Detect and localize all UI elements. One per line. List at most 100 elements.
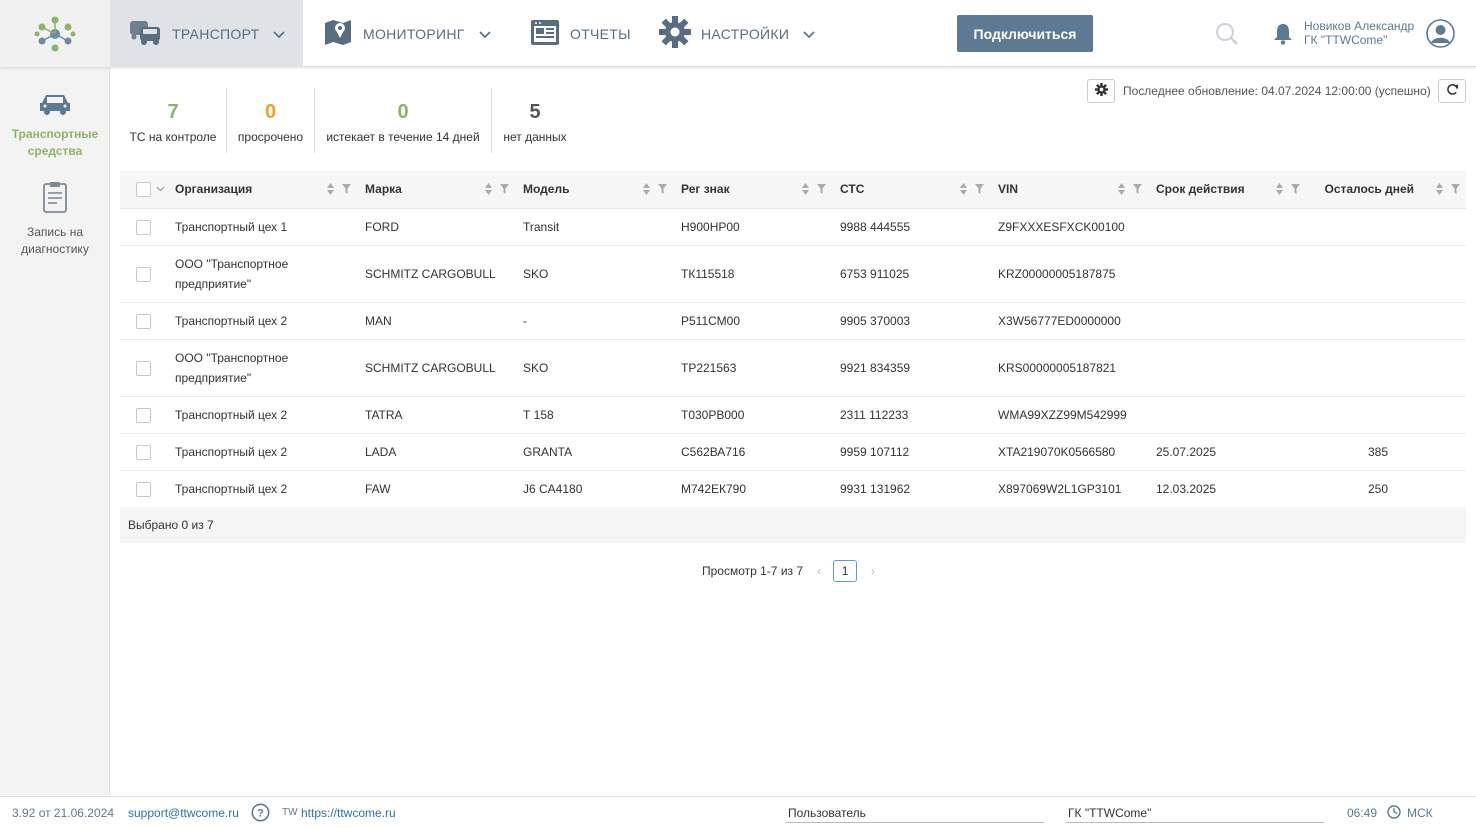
select-all-checkbox[interactable]	[136, 181, 151, 197]
nav-monitoring[interactable]: МОНИТОРИНГ	[323, 0, 491, 67]
select-all-cell[interactable]	[120, 171, 167, 209]
cell-days-left	[1306, 208, 1466, 246]
cell-org: Транспортный цех 1	[167, 208, 357, 246]
sidebar-item-vehicles[interactable]: Транспортные средства	[0, 91, 110, 160]
row-checkbox[interactable]	[136, 481, 151, 497]
bell-icon[interactable]	[1273, 23, 1293, 48]
page-number-button[interactable]: 1	[833, 560, 858, 582]
cell-sts: 9959 107112	[832, 433, 990, 471]
chevron-down-icon[interactable]	[156, 186, 165, 192]
table-row[interactable]: Транспортный цех 2 LADA GRANTA С562ВА716…	[120, 433, 1466, 471]
divider	[1066, 822, 1324, 823]
row-checkbox[interactable]	[136, 313, 151, 329]
filter-icon[interactable]	[342, 183, 351, 198]
cell-reg: Т030РВ000	[673, 396, 832, 434]
gear-icon	[1094, 83, 1108, 99]
row-select-cell[interactable]	[120, 245, 167, 303]
stat-expiring[interactable]: 0 истекает в течение 14 дней	[315, 88, 491, 153]
filter-icon[interactable]	[500, 183, 509, 198]
column-header-model[interactable]: Модель	[515, 171, 673, 209]
table-row[interactable]: Транспортный цех 2 FAW J6 CA4180 М742ЕК7…	[120, 470, 1466, 508]
table-row[interactable]: ООО "Транспортное предприятие" SCHMITZ C…	[120, 339, 1466, 397]
user-field[interactable]: Пользователь	[788, 806, 866, 820]
org-field[interactable]: ГК "TTWCome"	[1068, 806, 1151, 820]
avatar[interactable]	[1426, 19, 1455, 51]
sidebar-item-diagnostics[interactable]: Запись на диагностику	[0, 181, 110, 258]
cell-vin: WMA99XZZ99M542999	[990, 396, 1148, 434]
row-select-cell[interactable]	[120, 470, 167, 508]
help-icon[interactable]: ?	[251, 803, 270, 825]
cell-org: Транспортный цех 2	[167, 470, 357, 508]
cell-vin: Z9FXXXESFXCK00100	[990, 208, 1148, 246]
column-header-sts[interactable]: СТС	[832, 171, 990, 209]
table-row[interactable]: Транспортный цех 2 TATRA Т 158 Т030РВ000…	[120, 396, 1466, 434]
sort-icon[interactable]	[1118, 183, 1125, 198]
site-link[interactable]: https://ttwcome.ru	[301, 806, 396, 820]
column-header-reg[interactable]: Рег знак	[673, 171, 832, 209]
stat-overdue[interactable]: 0 просрочено	[227, 88, 314, 153]
nav-settings[interactable]: НАСТРОЙКИ	[659, 0, 815, 67]
sort-icon[interactable]	[643, 183, 650, 198]
row-checkbox[interactable]	[136, 266, 151, 282]
cell-model: GRANTA	[515, 433, 673, 471]
row-select-cell[interactable]	[120, 302, 167, 340]
vehicles-table: Организация Марка Модель Рег знак СТС VI…	[120, 171, 1466, 508]
connect-button[interactable]: Подключиться	[957, 15, 1093, 52]
nav-monitoring-label: МОНИТОРИНГ	[363, 25, 465, 42]
app-logo[interactable]	[0, 0, 110, 67]
filter-icon[interactable]	[1291, 183, 1300, 198]
prev-page-icon[interactable]: ‹	[817, 564, 821, 578]
cell-expiry	[1148, 208, 1306, 246]
stat-on-control[interactable]: 7 ТС на контроле	[120, 88, 226, 153]
filter-icon[interactable]	[1133, 183, 1142, 198]
column-header-expiry[interactable]: Срок действия	[1148, 171, 1306, 209]
column-header-vin[interactable]: VIN	[990, 171, 1148, 209]
sort-icon[interactable]	[960, 183, 967, 198]
row-checkbox[interactable]	[136, 360, 151, 376]
column-header-days-left[interactable]: Осталось дней	[1306, 171, 1466, 209]
cell-brand: FORD	[357, 208, 515, 246]
filter-icon[interactable]	[1451, 183, 1460, 198]
column-header-org[interactable]: Организация	[167, 171, 357, 209]
row-checkbox[interactable]	[136, 444, 151, 460]
sort-icon[interactable]	[802, 183, 809, 198]
sort-icon[interactable]	[1436, 183, 1443, 198]
column-header-brand[interactable]: Марка	[357, 171, 515, 209]
cell-vin: X897069W2L1GP3101	[990, 470, 1148, 508]
timezone-text: МСК	[1407, 806, 1433, 820]
filter-icon[interactable]	[658, 183, 667, 198]
row-select-cell[interactable]	[120, 339, 167, 397]
column-label: Организация	[175, 182, 253, 197]
nav-reports[interactable]: ОТЧЕТЫ	[530, 0, 631, 67]
stat-no-data[interactable]: 5 нет данных	[492, 88, 578, 153]
support-email-link[interactable]: support@ttwcome.ru	[128, 806, 239, 820]
next-page-icon[interactable]: ›	[871, 564, 875, 578]
filter-icon[interactable]	[975, 183, 984, 198]
table-row[interactable]: ООО "Транспортное предприятие" SCHMITZ C…	[120, 245, 1466, 303]
selection-count: Выбрано 0 из 7	[120, 507, 1466, 543]
row-checkbox[interactable]	[136, 407, 151, 423]
cell-days-left	[1306, 339, 1466, 397]
stat-value: 7	[167, 101, 179, 123]
user-info[interactable]: Новиков Александр ГК "TTWCome"	[1304, 19, 1414, 47]
cell-expiry: 25.07.2025	[1148, 433, 1306, 471]
cell-model: Transit	[515, 208, 673, 246]
settings-button[interactable]	[1087, 79, 1115, 103]
refresh-button[interactable]	[1438, 79, 1466, 103]
row-checkbox[interactable]	[136, 219, 151, 235]
row-select-cell[interactable]	[120, 208, 167, 246]
table-row[interactable]: Транспортный цех 1 FORD Transit Н900НР00…	[120, 208, 1466, 246]
search-icon[interactable]	[1215, 22, 1239, 49]
sort-icon[interactable]	[485, 183, 492, 198]
sidebar: Транспортные средства Запись на диагност…	[0, 67, 110, 796]
row-select-cell[interactable]	[120, 433, 167, 471]
sort-icon[interactable]	[327, 183, 334, 198]
table-row[interactable]: Транспортный цех 2 MAN - Р511СМ00 9905 3…	[120, 302, 1466, 340]
nav-transport[interactable]: ТРАНСПОРТ	[110, 0, 303, 67]
cell-days-left	[1306, 396, 1466, 434]
stat-caption: истекает в течение 14 дней	[326, 130, 480, 144]
clipboard-icon	[41, 182, 69, 218]
row-select-cell[interactable]	[120, 396, 167, 434]
filter-icon[interactable]	[817, 183, 826, 198]
sort-icon[interactable]	[1276, 183, 1283, 198]
